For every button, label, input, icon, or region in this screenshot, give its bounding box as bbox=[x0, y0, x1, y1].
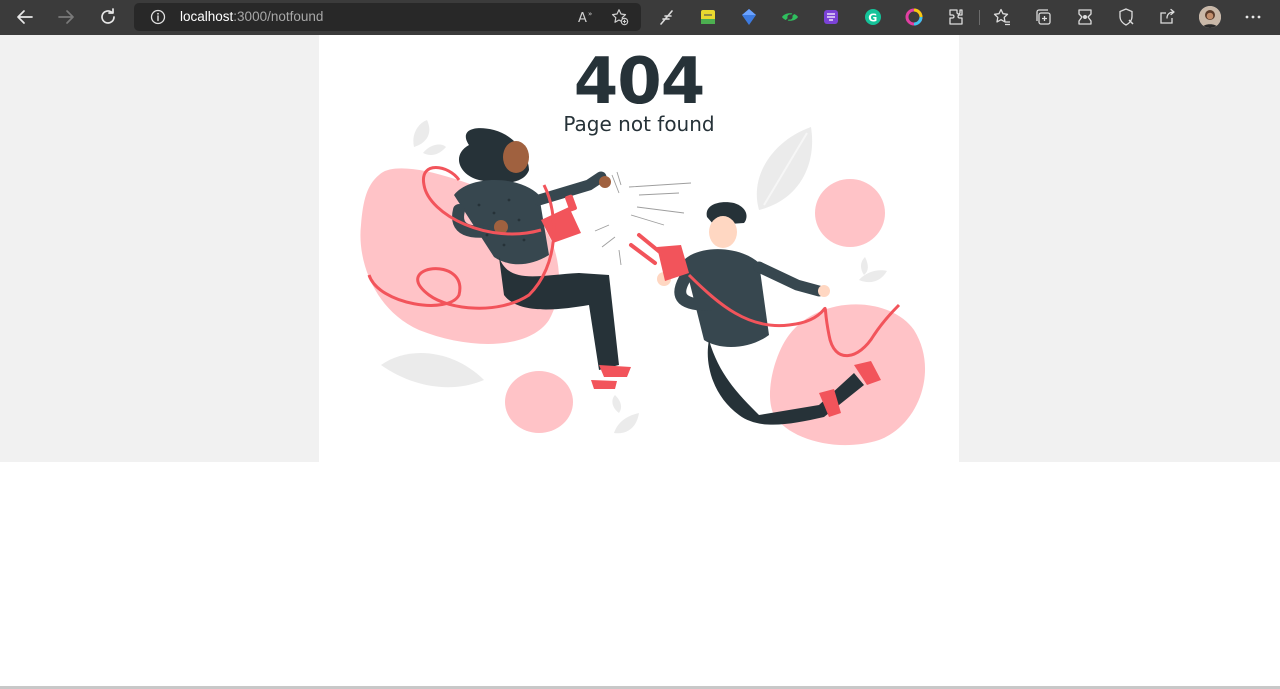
browser-toolbar: localhost:3000/notfound A» G bbox=[0, 0, 1280, 35]
collections-icon bbox=[1036, 9, 1051, 25]
extension-eye-icon[interactable] bbox=[780, 7, 800, 27]
error-message: Page not found bbox=[563, 112, 715, 136]
error-code: 404 bbox=[573, 45, 706, 119]
back-icon bbox=[17, 10, 33, 24]
browser-essentials-button[interactable] bbox=[1075, 7, 1095, 27]
performance-icon bbox=[1119, 8, 1134, 26]
refresh-icon bbox=[101, 8, 115, 24]
extensions-button[interactable] bbox=[946, 7, 966, 27]
leaf-icon bbox=[381, 353, 484, 388]
extension-feather-icon[interactable] bbox=[657, 7, 677, 27]
url-host: localhost bbox=[180, 9, 234, 24]
forward-icon bbox=[58, 10, 74, 24]
extensions-icon bbox=[949, 9, 963, 25]
favorites-icon bbox=[993, 8, 1010, 26]
favorites-button[interactable] bbox=[992, 7, 1012, 27]
extension-shield-icon[interactable] bbox=[739, 7, 759, 27]
forward-button[interactable] bbox=[52, 4, 80, 30]
svg-text:A: A bbox=[578, 11, 587, 26]
pink-blob-bottom bbox=[505, 371, 573, 433]
toolbar-divider bbox=[979, 10, 980, 25]
address-bar[interactable]: localhost:3000/notfound A» bbox=[134, 3, 641, 31]
url-text[interactable]: localhost:3000/notfound bbox=[180, 9, 323, 24]
favorite-add-icon[interactable] bbox=[611, 8, 629, 26]
more-icon bbox=[1245, 15, 1261, 19]
extension-color-ring-icon[interactable] bbox=[904, 7, 924, 27]
share-button[interactable] bbox=[1157, 7, 1177, 27]
collections-button[interactable] bbox=[1033, 7, 1053, 27]
not-found-card: 404 Page not found bbox=[319, 35, 959, 462]
more-button[interactable] bbox=[1243, 7, 1263, 27]
extension-grammarly-icon[interactable]: G bbox=[863, 7, 883, 27]
leaf-icon bbox=[612, 395, 639, 434]
info-icon[interactable] bbox=[150, 9, 166, 25]
pink-blob-top-right bbox=[815, 179, 885, 247]
svg-text:»: » bbox=[588, 10, 592, 18]
read-aloud-icon[interactable]: A» bbox=[577, 8, 595, 26]
performance-button[interactable] bbox=[1116, 7, 1136, 27]
url-path: :3000/notfound bbox=[233, 9, 324, 24]
leaf-icon bbox=[859, 257, 887, 283]
back-button[interactable] bbox=[11, 4, 39, 30]
browser-essentials-icon bbox=[1078, 9, 1092, 25]
refresh-button[interactable] bbox=[94, 4, 122, 30]
profile-avatar[interactable] bbox=[1199, 6, 1221, 28]
extension-notes-icon[interactable] bbox=[698, 7, 718, 27]
svg-text:G: G bbox=[868, 11, 877, 24]
share-icon bbox=[1160, 8, 1175, 24]
extension-purple-icon[interactable] bbox=[821, 7, 841, 27]
